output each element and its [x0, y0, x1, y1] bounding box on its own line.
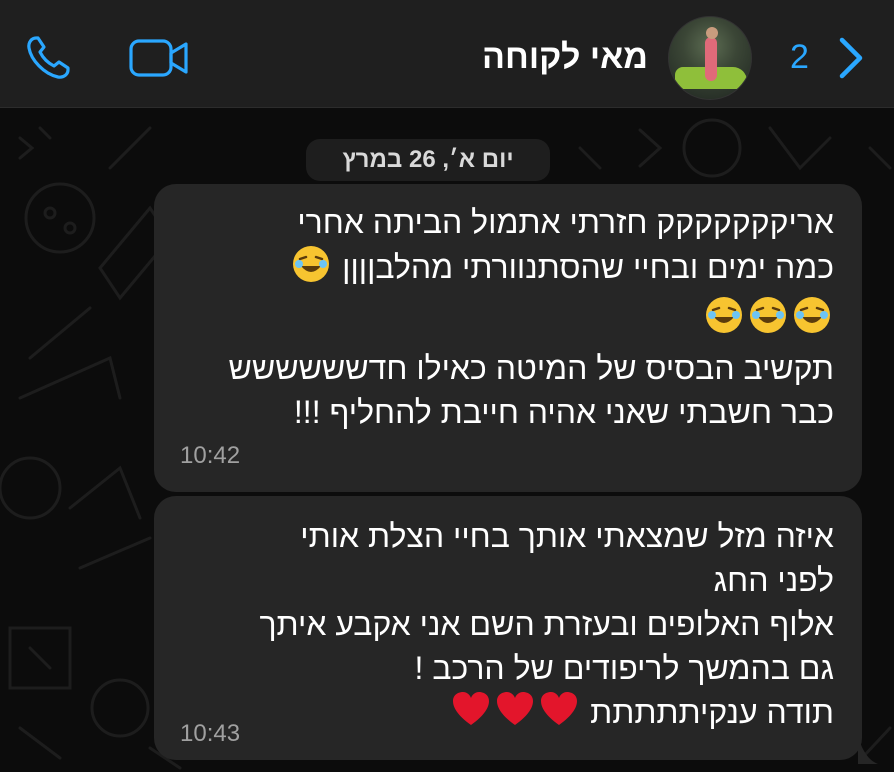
message-line: איזה מזל שמצאתי אותך בחיי הצלת אותי	[300, 518, 834, 554]
red-heart-icon	[451, 691, 491, 738]
message-line: כמה ימים ובחיי שהסתנוורתי מהלבןןןן	[174, 244, 834, 295]
contact-name[interactable]: מאי לקוחה	[482, 38, 648, 77]
red-heart-icon	[495, 691, 535, 738]
message-line: אלוף האלופים ובעזרת השם אני אקבע איתך	[259, 606, 834, 642]
message-line: תודה ענקיתתתתת	[174, 690, 834, 738]
avatar-person-shape	[705, 37, 717, 81]
message-line: לפני החג	[713, 562, 834, 598]
laughing-emoji-icon	[291, 244, 331, 295]
video-camera-icon[interactable]	[126, 32, 192, 84]
message-line: כבר חשבתי שאני אהיה חייבת להחליף !!!	[293, 394, 834, 430]
unread-count: 2	[790, 38, 809, 76]
message-timestamp: 10:42	[180, 442, 241, 469]
message-line: תקשיב הבסיס של המיטה כאילו חדשששששש	[228, 350, 834, 386]
message-line-text: כמה ימים ובחיי שהסתנוורתי מהלבןןןן	[342, 248, 834, 285]
message-line: אריקקקקקקק חזרתי אתמול הביתה אחרי	[297, 204, 834, 240]
chevron-right-icon	[836, 36, 866, 84]
message-line: גם בהמשך לריפודים של הרכב !	[414, 650, 834, 686]
chat-header: מאי לקוחה 2	[0, 0, 894, 108]
avatar-head-shape	[706, 27, 718, 39]
message-line-text: תודה ענקיתתתתת	[590, 694, 834, 730]
date-separator: יום א׳, 26 במרץ	[306, 139, 550, 181]
message-bubble[interactable]: איזה מזל שמצאתי אותך בחיי הצלת אותי לפני…	[154, 496, 862, 760]
bubble-tail	[858, 736, 878, 764]
red-heart-icon	[539, 691, 579, 738]
phone-icon[interactable]	[20, 30, 76, 86]
emoji-row	[174, 295, 834, 346]
laughing-emoji-icon	[704, 295, 744, 346]
message-bubble[interactable]: אריקקקקקקק חזרתי אתמול הביתה אחרי כמה ימ…	[154, 184, 862, 492]
laughing-emoji-icon	[792, 295, 832, 346]
laughing-emoji-icon	[748, 295, 788, 346]
message-timestamp: 10:43	[180, 720, 241, 747]
chat-area[interactable]: יום א׳, 26 במרץ אריקקקקקקק חזרתי אתמול ה…	[0, 108, 894, 772]
contact-avatar[interactable]	[668, 16, 752, 100]
back-button[interactable]: 2	[784, 30, 880, 86]
